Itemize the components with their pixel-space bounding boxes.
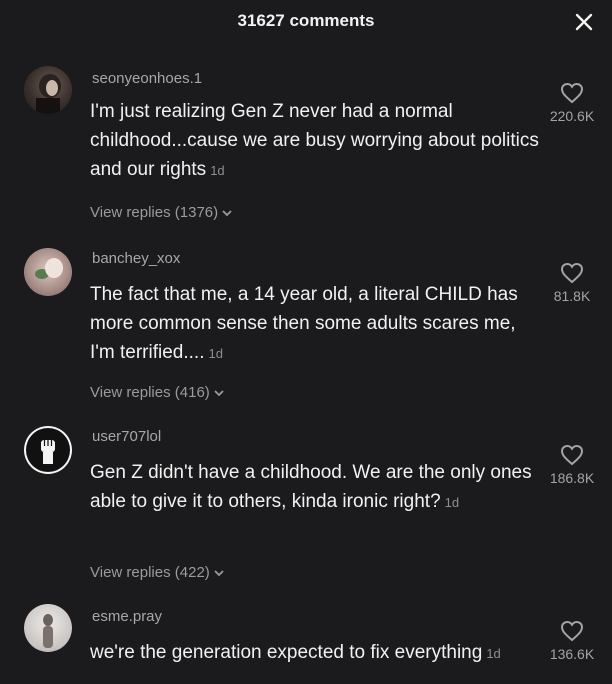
like-button[interactable]: 186.8K <box>532 444 612 486</box>
avatar[interactable] <box>24 426 72 474</box>
close-icon <box>575 13 593 31</box>
comments-header: 31627 comments <box>0 0 612 44</box>
comment-age: 1d <box>208 346 223 361</box>
like-button[interactable]: 136.6K <box>532 620 612 662</box>
chevron-down-icon <box>214 570 224 577</box>
like-button[interactable]: 81.8K <box>532 262 612 304</box>
view-replies-label: View replies (422) <box>90 564 210 581</box>
close-button[interactable] <box>570 8 598 36</box>
heart-icon <box>560 620 584 642</box>
heart-icon <box>560 444 584 466</box>
like-count: 81.8K <box>553 288 591 304</box>
avatar[interactable] <box>24 66 72 114</box>
avatar-image <box>36 74 61 114</box>
heart-icon <box>560 262 584 284</box>
avatar-image <box>35 258 63 279</box>
comment-body: I'm just realizing Gen Z never had a nor… <box>90 101 539 180</box>
comment-age: 1d <box>210 163 225 178</box>
view-replies-button[interactable]: View replies (416) <box>90 384 225 401</box>
comment-body: Gen Z didn't have a childhood. We are th… <box>90 462 532 512</box>
raised-fist-icon <box>26 428 70 472</box>
comment-age: 1d <box>486 646 501 661</box>
view-replies-button[interactable]: View replies (1376) <box>90 204 233 221</box>
comment-body: we're the generation expected to fix eve… <box>90 642 483 663</box>
view-replies-label: View replies (416) <box>90 384 210 401</box>
comments-count-title: 31627 comments <box>237 11 375 30</box>
comment-text: I'm just realizing Gen Z never had a nor… <box>90 97 540 185</box>
like-count: 136.6K <box>549 646 595 662</box>
avatar[interactable] <box>24 248 72 296</box>
view-replies-button[interactable]: View replies (422) <box>90 564 225 581</box>
comment-age: 1d <box>444 495 460 510</box>
comment-text: we're the generation expected to fix eve… <box>90 638 540 668</box>
comment-username[interactable]: banchey_xox <box>92 250 180 267</box>
chevron-down-icon <box>222 210 232 217</box>
comment-username[interactable]: seonyeonhoes.1 <box>92 70 202 87</box>
avatar[interactable] <box>24 604 72 652</box>
comment-body: The fact that me, a 14 year old, a liter… <box>90 284 518 363</box>
like-count: 186.8K <box>549 470 595 486</box>
comment-text: The fact that me, a 14 year old, a liter… <box>90 280 540 368</box>
chevron-down-icon <box>214 390 224 397</box>
like-count: 220.6K <box>549 108 595 124</box>
view-replies-label: View replies (1376) <box>90 204 219 221</box>
heart-icon <box>560 82 584 104</box>
like-button[interactable]: 220.6K <box>532 82 612 124</box>
avatar-image <box>43 614 53 648</box>
comment-text: Gen Z didn't have a childhood. We are th… <box>90 458 540 517</box>
comment-username[interactable]: user707lol <box>92 428 161 445</box>
comment-username[interactable]: esme.pray <box>92 608 162 625</box>
